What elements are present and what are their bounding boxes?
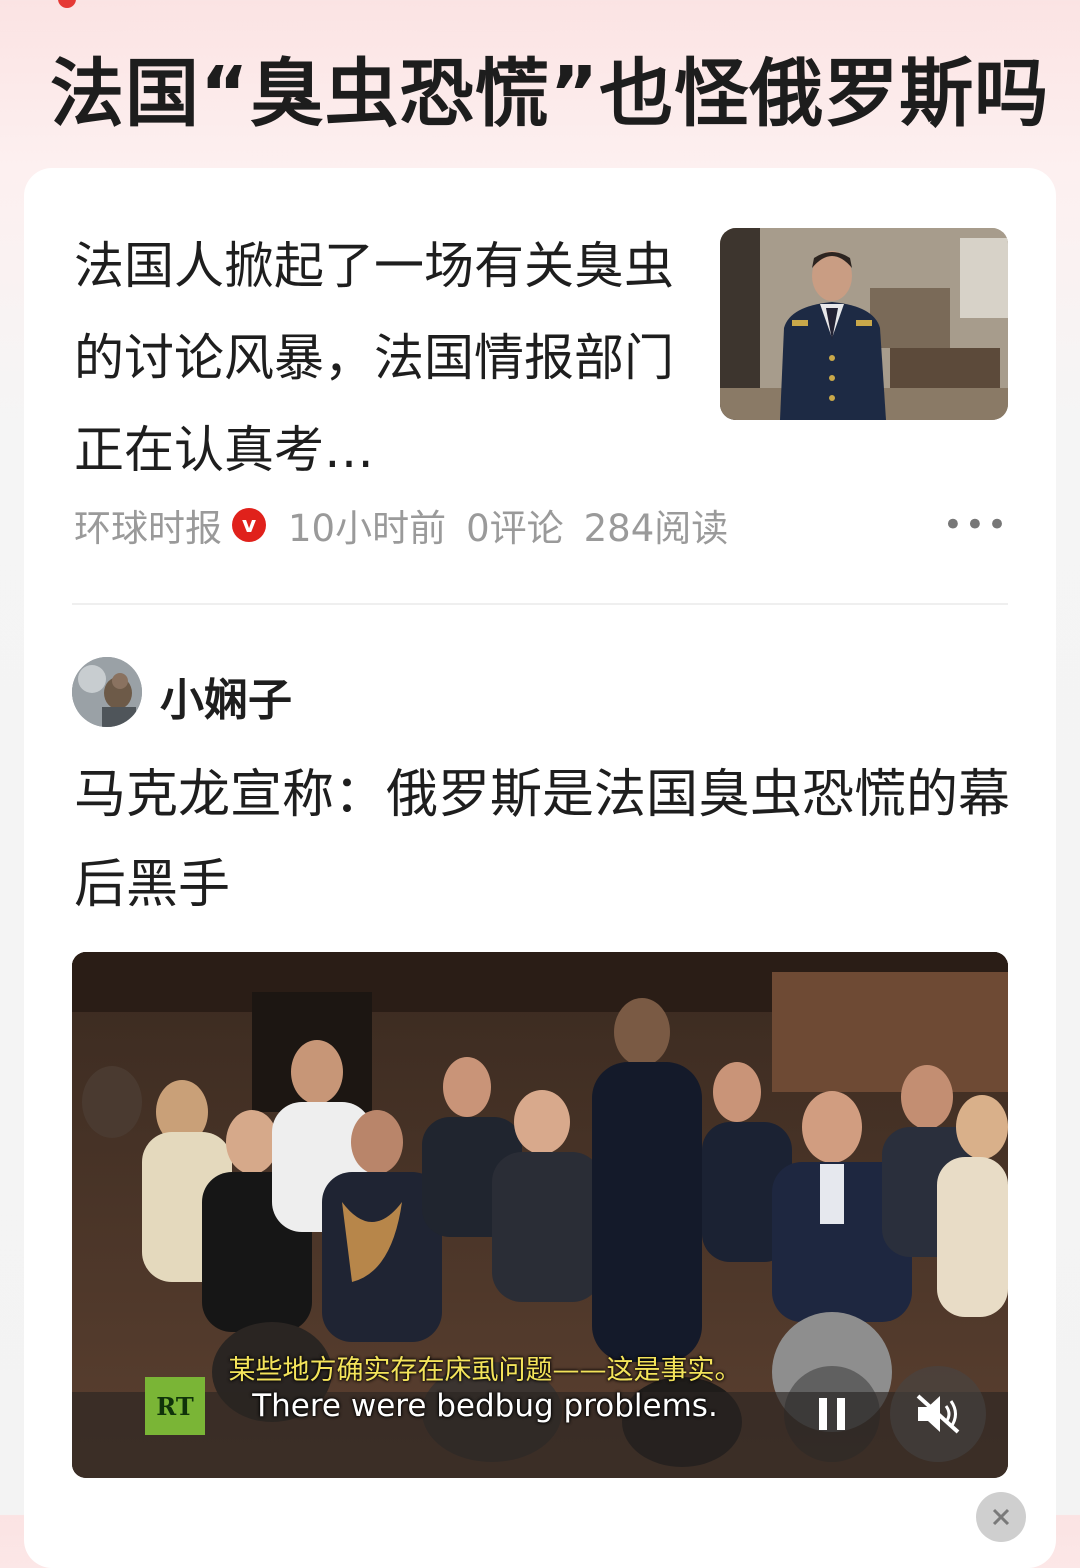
news-source[interactable]: 环球时报: [74, 498, 222, 552]
post-title[interactable]: 马克龙宣称：俄罗斯是法国臭虫恐慌的幕后黑手: [74, 750, 1014, 930]
news-meta: 环球时报 v 10小时前 0评论 284阅读 •••: [74, 500, 1009, 550]
news-thumbnail[interactable]: [720, 228, 1008, 420]
avatar-image: [72, 657, 142, 727]
verified-badge-icon: v: [232, 508, 266, 542]
close-icon: [992, 1508, 1010, 1526]
content-card: 法国人掀起了一场有关臭虫的讨论风暴，法国情报部门正在认真考… 环球时报 v 10…: [24, 168, 1056, 1568]
close-button[interactable]: [976, 1492, 1026, 1542]
officer-photo: [720, 228, 1008, 420]
post-author[interactable]: 小娴子: [160, 664, 292, 728]
video-player[interactable]: 某些地方确实存在床虱问题——这是事实。 There were bedbug pr…: [72, 952, 1008, 1478]
topic-title: 法国“臭虫恐慌”也怪俄罗斯吗: [50, 51, 1050, 137]
news-summary[interactable]: 法国人掀起了一场有关臭虫的讨论风暴，法国情报部门正在认真考…: [74, 220, 684, 496]
pause-button[interactable]: [784, 1366, 880, 1462]
mute-button[interactable]: [890, 1366, 986, 1462]
channel-logo: RT: [145, 1377, 205, 1435]
more-horizontal-icon[interactable]: •••: [943, 505, 1009, 545]
news-time: 10小时前: [288, 507, 447, 550]
avatar[interactable]: [72, 657, 142, 727]
top-edge: [0, 0, 1080, 14]
pause-icon: [819, 1398, 845, 1430]
news-reads: 284阅读: [583, 507, 729, 550]
volume-muted-icon: [916, 1394, 960, 1434]
status-dot: [58, 0, 76, 8]
news-comments[interactable]: 0评论: [466, 498, 564, 552]
divider: [72, 603, 1008, 605]
